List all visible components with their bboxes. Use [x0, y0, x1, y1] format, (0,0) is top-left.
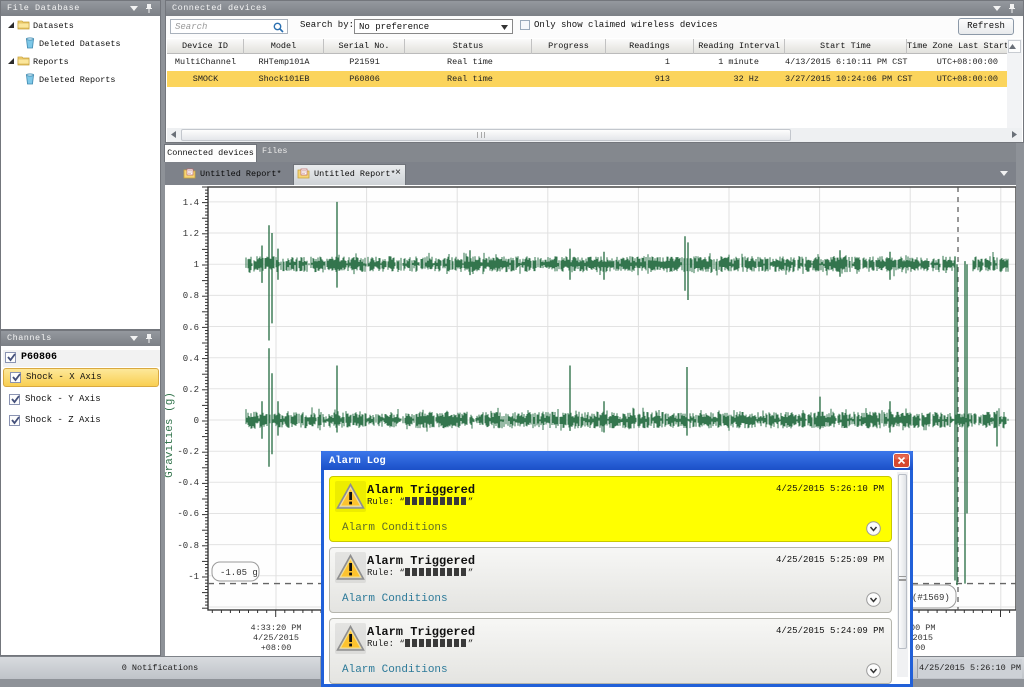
svg-text:4:33:20 PM: 4:33:20 PM [250, 623, 301, 633]
svg-text:Gravities (g): Gravities (g) [165, 392, 176, 478]
svg-text:0: 0 [194, 416, 199, 426]
svg-text:0.6: 0.6 [183, 323, 199, 333]
svg-text:4/25/2015: 4/25/2015 [253, 633, 299, 643]
svg-text:+08:00: +08:00 [261, 643, 292, 653]
svg-text:(#1569): (#1569) [912, 593, 950, 603]
svg-text:0.8: 0.8 [183, 291, 199, 301]
svg-text:-1.05 g: -1.05 g [220, 568, 258, 578]
svg-text:1.2: 1.2 [183, 229, 199, 239]
svg-text:-1: -1 [188, 572, 199, 582]
svg-text:-0.2: -0.2 [177, 447, 199, 457]
svg-text:1: 1 [194, 260, 199, 270]
svg-text:0.2: 0.2 [183, 385, 199, 395]
svg-text:1.4: 1.4 [183, 198, 199, 208]
svg-text:-0.8: -0.8 [177, 541, 199, 551]
svg-text:-0.4: -0.4 [177, 478, 199, 488]
svg-text:-0.6: -0.6 [177, 509, 199, 519]
svg-text:0.4: 0.4 [183, 354, 199, 364]
